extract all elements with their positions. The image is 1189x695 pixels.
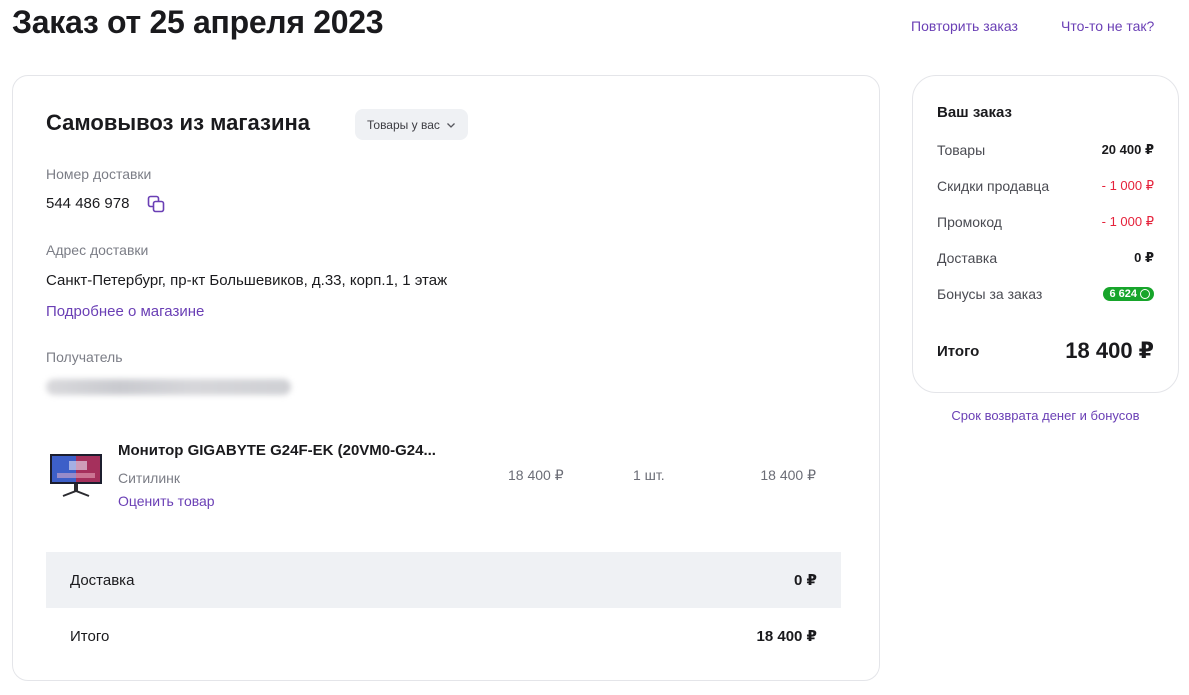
summary-title: Ваш заказ bbox=[937, 104, 1012, 121]
summary-delivery-label: Доставка bbox=[937, 250, 998, 266]
summary-promo-row: Промокод - 1 000 ₽ bbox=[937, 214, 1154, 230]
summary-seller-discount-label: Скидки продавца bbox=[937, 178, 1050, 194]
summary-delivery-row: Доставка 0 ₽ bbox=[937, 250, 1154, 266]
page-title: Заказ от 25 апреля 2023 bbox=[12, 4, 384, 40]
delivery-number-label: Номер доставки bbox=[46, 166, 152, 182]
monitor-product-image[interactable] bbox=[49, 448, 103, 502]
delivery-method-title: Самовывоз из магазина bbox=[46, 110, 310, 135]
order-summary-card: Ваш заказ Товары 20 400 ₽ Скидки продавц… bbox=[912, 75, 1179, 393]
summary-promo-value: - 1 000 ₽ bbox=[1101, 214, 1154, 229]
order-total-label: Итого bbox=[70, 627, 110, 645]
quantity: 1 шт. bbox=[633, 467, 665, 483]
summary-total-label: Итого bbox=[937, 342, 980, 360]
summary-bonus-row: Бонусы за заказ 6 624 bbox=[937, 286, 1154, 302]
summary-seller-discount-row: Скидки продавца - 1 000 ₽ bbox=[937, 178, 1154, 194]
rate-product-link[interactable]: Оценить товар bbox=[118, 493, 215, 509]
unit-price: 18 400 ₽ bbox=[508, 467, 564, 483]
refund-terms-link[interactable]: Срок возврата денег и бонусов bbox=[912, 408, 1179, 423]
summary-delivery-value: 0 ₽ bbox=[1134, 250, 1154, 265]
summary-total-row: Итого 18 400 ₽ bbox=[937, 338, 1154, 364]
recipient-blurred bbox=[46, 379, 291, 395]
bonus-amount: 6 624 bbox=[1109, 288, 1137, 300]
summary-total-value: 18 400 ₽ bbox=[1065, 338, 1154, 363]
line-total-price: 18 400 ₽ bbox=[760, 467, 816, 483]
delivery-address: Санкт-Петербург, пр-кт Большевиков, д.33… bbox=[46, 272, 448, 289]
delivery-cost-value: 0 ₽ bbox=[794, 572, 817, 589]
bonus-badge: 6 624 bbox=[1103, 287, 1154, 301]
summary-promo-label: Промокод bbox=[937, 214, 1002, 230]
summary-goods-row: Товары 20 400 ₽ bbox=[937, 142, 1154, 158]
product-name[interactable]: Монитор GIGABYTE G24F-EK (20VM0-G24... bbox=[118, 442, 478, 459]
summary-goods-label: Товары bbox=[937, 142, 986, 158]
store-details-link[interactable]: Подробнее о магазине bbox=[46, 303, 204, 320]
something-wrong-link[interactable]: Что-то не так? bbox=[1061, 18, 1154, 34]
order-total-row: Итого 18 400 ₽ bbox=[46, 608, 841, 664]
delivery-address-label: Адрес доставки bbox=[46, 242, 149, 258]
copy-icon[interactable] bbox=[146, 194, 166, 214]
order-details-card: Самовывоз из магазина Товары у вас Номер… bbox=[12, 75, 880, 681]
goods-status-dropdown[interactable]: Товары у вас bbox=[355, 109, 468, 140]
bonus-coin-icon bbox=[1140, 289, 1150, 299]
summary-goods-value: 20 400 ₽ bbox=[1101, 142, 1154, 157]
summary-bonus-label: Бонусы за заказ bbox=[937, 286, 1043, 302]
delivery-number: 544 486 978 bbox=[46, 195, 130, 212]
repeat-order-link[interactable]: Повторить заказ bbox=[911, 18, 1018, 34]
recipient-label: Получатель bbox=[46, 349, 123, 365]
summary-seller-discount-value: - 1 000 ₽ bbox=[1101, 178, 1154, 193]
delivery-cost-label: Доставка bbox=[70, 571, 135, 589]
order-total-value: 18 400 ₽ bbox=[756, 628, 817, 645]
chevron-down-icon bbox=[446, 122, 455, 128]
goods-status-label: Товары у вас bbox=[367, 117, 440, 132]
seller-name: Ситилинк bbox=[118, 470, 181, 486]
delivery-cost-row: Доставка 0 ₽ bbox=[46, 552, 841, 608]
